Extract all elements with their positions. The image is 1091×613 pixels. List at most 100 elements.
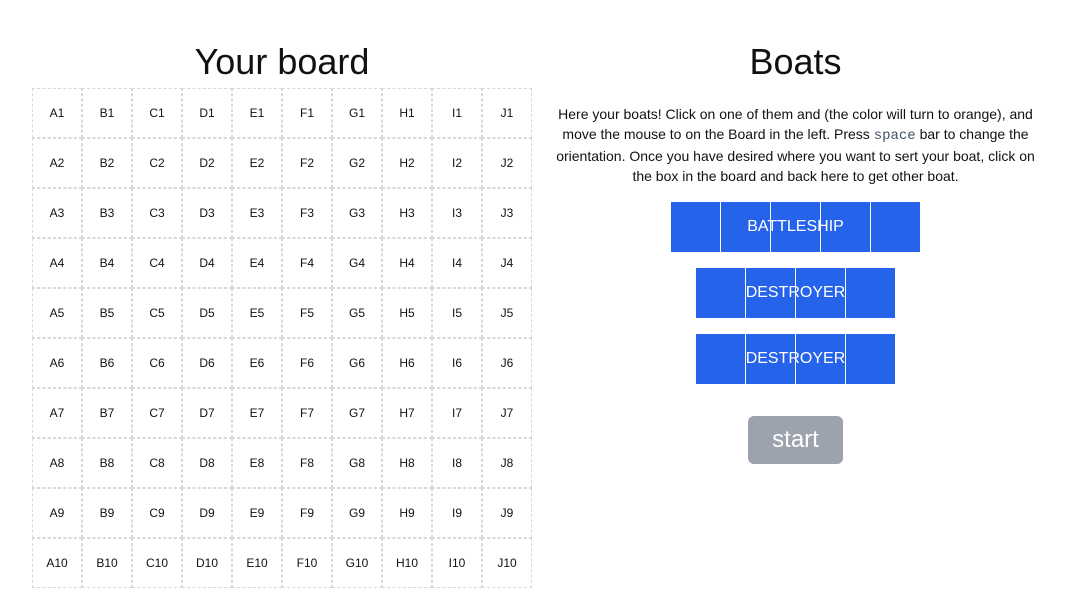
board-cell[interactable]: H3: [382, 188, 432, 238]
board-cell[interactable]: E5: [232, 288, 282, 338]
board-cell[interactable]: B10: [82, 538, 132, 588]
board-cell[interactable]: F8: [282, 438, 332, 488]
board-cell[interactable]: F3: [282, 188, 332, 238]
board-cell[interactable]: E7: [232, 388, 282, 438]
board-cell[interactable]: D6: [182, 338, 232, 388]
board-cell[interactable]: C4: [132, 238, 182, 288]
board-cell[interactable]: F10: [282, 538, 332, 588]
board-cell[interactable]: J1: [482, 88, 532, 138]
board-cell[interactable]: A8: [32, 438, 82, 488]
board-cell[interactable]: D5: [182, 288, 232, 338]
board-cell[interactable]: G10: [332, 538, 382, 588]
board-cell[interactable]: B4: [82, 238, 132, 288]
board-cell[interactable]: G2: [332, 138, 382, 188]
boat-battleship[interactable]: BATTLESHIP: [670, 202, 921, 252]
board-cell[interactable]: I10: [432, 538, 482, 588]
board-cell[interactable]: G5: [332, 288, 382, 338]
board-cell[interactable]: E4: [232, 238, 282, 288]
board-cell[interactable]: B7: [82, 388, 132, 438]
board-cell[interactable]: A9: [32, 488, 82, 538]
board-cell[interactable]: I4: [432, 238, 482, 288]
board-cell[interactable]: H6: [382, 338, 432, 388]
board-cell[interactable]: B9: [82, 488, 132, 538]
board-cell[interactable]: J4: [482, 238, 532, 288]
board-cell[interactable]: E6: [232, 338, 282, 388]
board-cell[interactable]: C3: [132, 188, 182, 238]
board-cell[interactable]: G4: [332, 238, 382, 288]
board-cell[interactable]: I7: [432, 388, 482, 438]
start-button[interactable]: start: [748, 416, 843, 464]
board-cell[interactable]: F5: [282, 288, 332, 338]
boat-destroyer[interactable]: DESTROYER: [695, 334, 896, 384]
board-cell[interactable]: J3: [482, 188, 532, 238]
board-cell[interactable]: G7: [332, 388, 382, 438]
board-cell[interactable]: J7: [482, 388, 532, 438]
board-cell[interactable]: A1: [32, 88, 82, 138]
board-cell[interactable]: E10: [232, 538, 282, 588]
board-cell[interactable]: B8: [82, 438, 132, 488]
board-cell[interactable]: G8: [332, 438, 382, 488]
board-cell[interactable]: C1: [132, 88, 182, 138]
board-cell[interactable]: B1: [82, 88, 132, 138]
board-cell[interactable]: G9: [332, 488, 382, 538]
board-cell[interactable]: H2: [382, 138, 432, 188]
board-cell[interactable]: F4: [282, 238, 332, 288]
board-cell[interactable]: F9: [282, 488, 332, 538]
board-cell[interactable]: G6: [332, 338, 382, 388]
board-cell[interactable]: C8: [132, 438, 182, 488]
board-cell[interactable]: B3: [82, 188, 132, 238]
board-cell[interactable]: H5: [382, 288, 432, 338]
board-cell[interactable]: H10: [382, 538, 432, 588]
board-cell[interactable]: A3: [32, 188, 82, 238]
board-cell[interactable]: D1: [182, 88, 232, 138]
board-cell[interactable]: B5: [82, 288, 132, 338]
board-cell[interactable]: H8: [382, 438, 432, 488]
board-cell[interactable]: H1: [382, 88, 432, 138]
board-cell[interactable]: A10: [32, 538, 82, 588]
board-cell[interactable]: F7: [282, 388, 332, 438]
board-cell[interactable]: H4: [382, 238, 432, 288]
board-cell[interactable]: A2: [32, 138, 82, 188]
board-cell[interactable]: I9: [432, 488, 482, 538]
board-cell[interactable]: F1: [282, 88, 332, 138]
boat-destroyer[interactable]: DESTROYER: [695, 268, 896, 318]
board-cell[interactable]: I6: [432, 338, 482, 388]
board-cell[interactable]: F6: [282, 338, 332, 388]
board-cell[interactable]: J6: [482, 338, 532, 388]
board-cell[interactable]: I8: [432, 438, 482, 488]
board-cell[interactable]: J10: [482, 538, 532, 588]
board-cell[interactable]: B6: [82, 338, 132, 388]
board-cell[interactable]: C2: [132, 138, 182, 188]
board-cell[interactable]: A5: [32, 288, 82, 338]
board-cell[interactable]: C6: [132, 338, 182, 388]
board-cell[interactable]: D2: [182, 138, 232, 188]
board-cell[interactable]: E3: [232, 188, 282, 238]
board-cell[interactable]: D4: [182, 238, 232, 288]
board-cell[interactable]: J9: [482, 488, 532, 538]
board-cell[interactable]: J2: [482, 138, 532, 188]
board-cell[interactable]: B2: [82, 138, 132, 188]
board-cell[interactable]: C9: [132, 488, 182, 538]
board-cell[interactable]: C7: [132, 388, 182, 438]
board-cell[interactable]: I5: [432, 288, 482, 338]
board-cell[interactable]: E2: [232, 138, 282, 188]
board-cell[interactable]: C10: [132, 538, 182, 588]
board-cell[interactable]: H9: [382, 488, 432, 538]
board-cell[interactable]: D10: [182, 538, 232, 588]
board-cell[interactable]: I2: [432, 138, 482, 188]
board-cell[interactable]: A6: [32, 338, 82, 388]
board-cell[interactable]: D3: [182, 188, 232, 238]
board-cell[interactable]: E8: [232, 438, 282, 488]
board-cell[interactable]: G1: [332, 88, 382, 138]
board-cell[interactable]: D9: [182, 488, 232, 538]
board-cell[interactable]: F2: [282, 138, 332, 188]
board-cell[interactable]: J5: [482, 288, 532, 338]
board-cell[interactable]: A4: [32, 238, 82, 288]
board-cell[interactable]: E9: [232, 488, 282, 538]
board-cell[interactable]: C5: [132, 288, 182, 338]
board-cell[interactable]: E1: [232, 88, 282, 138]
board-cell[interactable]: I3: [432, 188, 482, 238]
board-cell[interactable]: A7: [32, 388, 82, 438]
board-cell[interactable]: D8: [182, 438, 232, 488]
board-cell[interactable]: G3: [332, 188, 382, 238]
